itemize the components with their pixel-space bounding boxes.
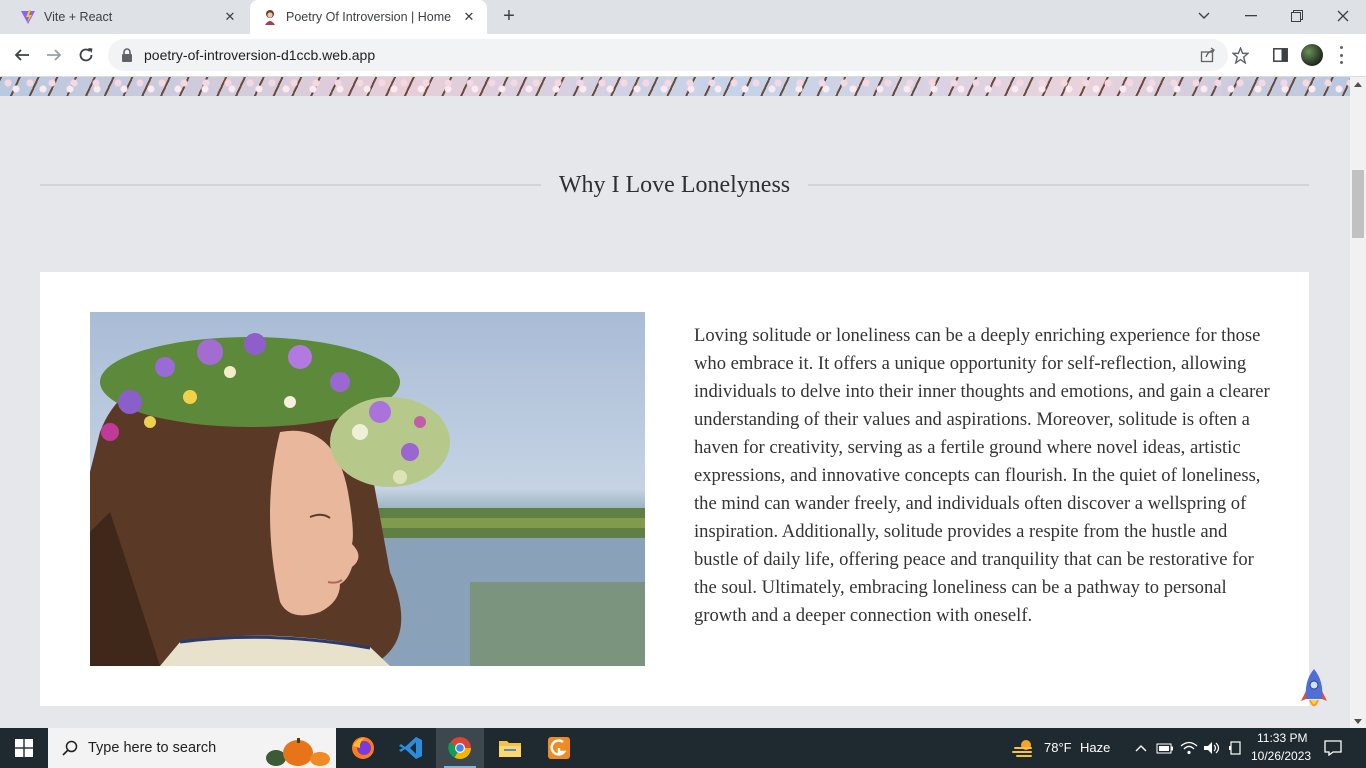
clock-date[interactable]: 10/26/2023: [1251, 749, 1311, 763]
search-placeholder: Type here to search: [88, 740, 217, 756]
pumpkins-search-highlight-icon: [266, 738, 330, 766]
bookmark-star-icon[interactable]: [1230, 45, 1250, 65]
weather-temperature: 78°F: [1044, 740, 1072, 755]
forward-arrow-icon: [47, 49, 62, 61]
reload-button[interactable]: [72, 41, 100, 69]
back-arrow-icon: [14, 49, 29, 61]
heading-divider-left: [40, 184, 541, 186]
minimize-button[interactable]: [1228, 0, 1274, 32]
close-window-button[interactable]: [1320, 0, 1366, 32]
address-bar[interactable]: poetry-of-introversion-d1ccb.web.app: [108, 39, 1228, 71]
browser-toolbar: poetry-of-introversion-d1ccb.web.app: [0, 34, 1366, 77]
section-heading: Why I Love Lonelyness: [40, 171, 1309, 199]
clock-time[interactable]: 11:33 PM: [1257, 731, 1307, 745]
folder-icon: [499, 741, 521, 757]
woman-flower-crown-photo: [90, 312, 645, 666]
wifi-icon[interactable]: [1180, 739, 1198, 757]
taskbar-pdf-app[interactable]: [535, 728, 583, 768]
windows-taskbar: Type here to search 78°F Haze 11:33 PM 1…: [0, 728, 1366, 768]
page-scrollbar[interactable]: [1350, 77, 1366, 728]
side-panel-icon[interactable]: [1270, 45, 1290, 65]
profile-avatar[interactable]: [1301, 44, 1323, 66]
taskbar-chrome[interactable]: [436, 728, 484, 768]
tab-vite-react[interactable]: Vite + React ✕: [8, 0, 248, 34]
chrome-icon: [448, 737, 471, 759]
new-tab-button[interactable]: +: [498, 5, 520, 27]
close-tab-icon[interactable]: ✕: [461, 9, 477, 25]
tab-search-chevron-icon[interactable]: [1181, 0, 1227, 32]
back-button[interactable]: [8, 41, 36, 69]
lock-icon: [122, 48, 132, 62]
restore-button[interactable]: [1274, 0, 1320, 32]
weather-haze-icon[interactable]: [1012, 738, 1036, 758]
forward-button[interactable]: [40, 41, 68, 69]
page-viewport: Why I Love Lonelyness Loving solitude or…: [0, 77, 1350, 728]
taskbar-file-explorer[interactable]: [486, 728, 534, 768]
taskbar-firefox[interactable]: [339, 728, 387, 768]
close-tab-icon[interactable]: ✕: [222, 9, 238, 25]
battery-icon[interactable]: [1156, 739, 1174, 757]
heading-divider-right: [808, 184, 1309, 186]
tab-poetry-home[interactable]: Poetry Of Introversion | Home ✕: [250, 0, 487, 34]
windows-logo-icon: [15, 739, 33, 757]
taskbar-vscode[interactable]: [387, 728, 435, 768]
person-favicon-icon: [265, 10, 275, 25]
browser-menu-icon[interactable]: [1338, 46, 1344, 64]
browser-tab-strip: Vite + React ✕ Poetry Of Introversion | …: [0, 0, 1366, 34]
share-icon[interactable]: [1198, 45, 1218, 65]
search-icon: [62, 740, 78, 756]
section-title: Why I Love Lonelyness: [558, 171, 791, 198]
device-icon[interactable]: [1227, 739, 1245, 757]
scroll-to-top-rocket-icon[interactable]: [1300, 667, 1328, 713]
scrollbar-thumb[interactable]: [1352, 170, 1364, 238]
vite-icon: [21, 10, 35, 24]
content-card: Loving solitude or loneliness can be a d…: [40, 272, 1309, 706]
pdf-editor-icon: [548, 737, 570, 759]
cherry-blossom-banner-image: [0, 77, 1350, 96]
weather-description: Haze: [1080, 740, 1111, 755]
firefox-icon: [352, 737, 374, 759]
scroll-up-arrow-icon[interactable]: [1350, 77, 1366, 91]
notifications-icon[interactable]: [1324, 739, 1342, 757]
show-hidden-icons-chevron-icon[interactable]: [1132, 739, 1150, 757]
windows-start-button[interactable]: [0, 728, 48, 768]
reload-icon: [79, 48, 93, 62]
url-text: poetry-of-introversion-d1ccb.web.app: [144, 47, 376, 63]
scroll-down-arrow-icon[interactable]: [1350, 714, 1366, 728]
taskbar-search-box[interactable]: Type here to search: [48, 728, 336, 768]
tab-title: Poetry Of Introversion | Home: [286, 10, 452, 24]
tab-title: Vite + React: [44, 10, 113, 24]
lonelyness-paragraph: Loving solitude or loneliness can be a d…: [694, 325, 1270, 626]
volume-icon[interactable]: [1203, 739, 1221, 757]
vscode-icon: [399, 737, 422, 759]
